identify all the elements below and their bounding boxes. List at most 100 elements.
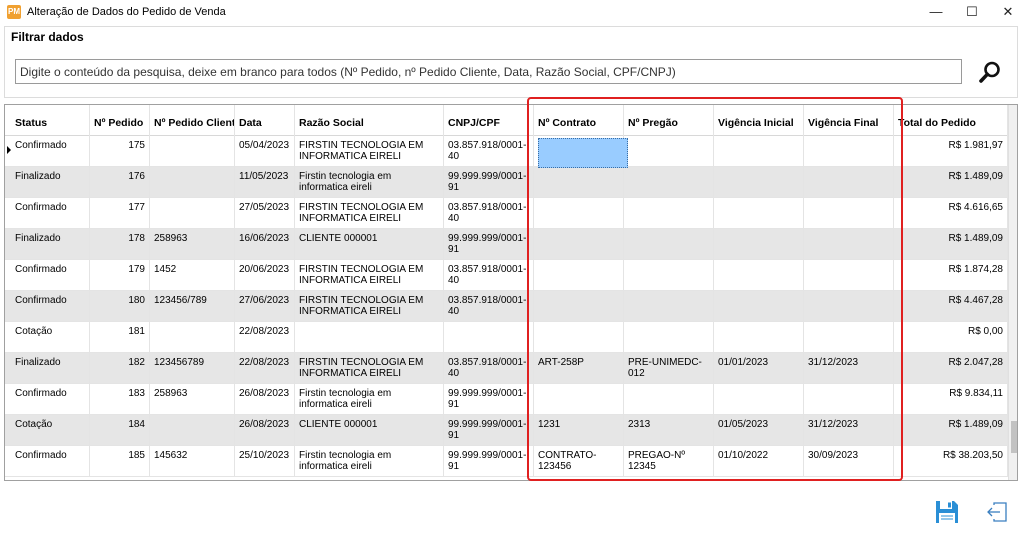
cell-razao-social[interactable] — [295, 322, 444, 352]
cell-total[interactable]: R$ 1.981,97 — [894, 136, 1008, 166]
cell-status[interactable]: Confirmado — [11, 446, 90, 476]
cell-vigencia-final[interactable] — [804, 384, 894, 414]
cell-razao-social[interactable]: FIRSTIN TECNOLOGIA EM INFORMATICA EIRELI — [295, 136, 444, 166]
cell-cnpj[interactable]: 03.857.918/0001-40 — [444, 198, 534, 228]
cell-pedido-cliente[interactable]: 258963 — [150, 384, 235, 414]
cell-vigencia-inicial[interactable]: 01/10/2022 — [714, 446, 804, 476]
cell-contrato[interactable] — [534, 322, 624, 352]
cell-pedido-cliente[interactable]: 1452 — [150, 260, 235, 290]
cell-pedido[interactable]: 183 — [90, 384, 150, 414]
cell-pedido[interactable]: 179 — [90, 260, 150, 290]
cell-data[interactable]: 16/06/2023 — [235, 229, 295, 259]
cell-razao-social[interactable]: FIRSTIN TECNOLOGIA EM INFORMATICA EIRELI — [295, 198, 444, 228]
table-row[interactable]: Confirmado 177 27/05/2023 FIRSTIN TECNOL… — [5, 198, 1008, 229]
cell-cnpj[interactable]: 03.857.918/0001-40 — [444, 260, 534, 290]
cell-pregao[interactable] — [624, 291, 714, 321]
cell-pedido-cliente[interactable]: 258963 — [150, 229, 235, 259]
cell-vigencia-inicial[interactable] — [714, 229, 804, 259]
cell-contrato[interactable] — [534, 198, 624, 228]
cell-total[interactable]: R$ 1.489,09 — [894, 167, 1008, 197]
column-header-total[interactable]: Total do Pedido — [894, 105, 1008, 136]
cell-cnpj[interactable]: 99.999.999/0001-91 — [444, 167, 534, 197]
column-header-razao-social[interactable]: Razão Social — [295, 105, 444, 136]
cell-pregao[interactable]: PRE-UNIMEDC-012 — [624, 353, 714, 383]
cell-status[interactable]: Confirmado — [11, 291, 90, 321]
cell-total[interactable]: R$ 2.047,28 — [894, 353, 1008, 383]
cell-pedido[interactable]: 178 — [90, 229, 150, 259]
search-button[interactable] — [978, 60, 1002, 84]
cell-pregao[interactable] — [624, 260, 714, 290]
cell-status[interactable]: Finalizado — [11, 353, 90, 383]
cell-pregao[interactable] — [624, 384, 714, 414]
column-header-data[interactable]: Data — [235, 105, 295, 136]
cell-contrato[interactable] — [534, 291, 624, 321]
cell-data[interactable]: 26/08/2023 — [235, 384, 295, 414]
cell-contrato[interactable]: 1231 — [534, 415, 624, 445]
cell-pedido[interactable]: 180 — [90, 291, 150, 321]
cell-vigencia-inicial[interactable] — [714, 384, 804, 414]
cell-pregao[interactable] — [624, 229, 714, 259]
cell-vigencia-final[interactable] — [804, 260, 894, 290]
column-header-contrato[interactable]: Nº Contrato — [534, 105, 624, 136]
cell-cnpj[interactable]: 03.857.918/0001-40 — [444, 353, 534, 383]
cell-total[interactable]: R$ 1.874,28 — [894, 260, 1008, 290]
cell-vigencia-final[interactable] — [804, 229, 894, 259]
table-row[interactable]: Confirmado 180 123456/789 27/06/2023 FIR… — [5, 291, 1008, 322]
cell-status[interactable]: Confirmado — [11, 136, 90, 166]
cell-vigencia-inicial[interactable]: 01/01/2023 — [714, 353, 804, 383]
column-header-vigencia-final[interactable]: Vigência Final — [804, 105, 894, 136]
cell-pedido-cliente[interactable]: 145632 — [150, 446, 235, 476]
cell-contrato[interactable]: ART-258P — [534, 353, 624, 383]
table-row[interactable]: Finalizado 176 11/05/2023 Firstin tecnol… — [5, 167, 1008, 198]
cell-total[interactable]: R$ 4.616,65 — [894, 198, 1008, 228]
cell-vigencia-inicial[interactable] — [714, 136, 804, 166]
table-row[interactable]: Cotação 181 22/08/2023 R$ 0,00 — [5, 322, 1008, 353]
cell-vigencia-final[interactable] — [804, 136, 894, 166]
cell-status[interactable]: Finalizado — [11, 229, 90, 259]
orders-grid[interactable]: Status Nº Pedido Nº Pedido Cliente Data … — [4, 104, 1018, 481]
cell-pregao[interactable]: PREGAO-Nº 12345 — [624, 446, 714, 476]
cell-total[interactable]: R$ 38.203,50 — [894, 446, 1008, 476]
vertical-scrollbar[interactable] — [1008, 105, 1017, 480]
cell-cnpj[interactable] — [444, 322, 534, 352]
table-row[interactable]: Confirmado 185 145632 25/10/2023 Firstin… — [5, 446, 1008, 477]
cell-cnpj[interactable]: 99.999.999/0001-91 — [444, 446, 534, 476]
cell-pedido[interactable]: 184 — [90, 415, 150, 445]
search-input[interactable] — [15, 59, 962, 84]
cell-total[interactable]: R$ 0,00 — [894, 322, 1008, 352]
minimize-button[interactable]: — — [918, 0, 954, 24]
cell-pedido-cliente[interactable] — [150, 167, 235, 197]
cell-data[interactable]: 05/04/2023 — [235, 136, 295, 166]
cell-pedido-cliente[interactable] — [150, 415, 235, 445]
cell-pedido-cliente[interactable] — [150, 198, 235, 228]
cell-data[interactable]: 11/05/2023 — [235, 167, 295, 197]
cell-data[interactable]: 26/08/2023 — [235, 415, 295, 445]
cell-status[interactable]: Finalizado — [11, 167, 90, 197]
cell-status[interactable]: Confirmado — [11, 260, 90, 290]
cell-pregao[interactable] — [624, 322, 714, 352]
cell-pregao[interactable] — [624, 136, 714, 166]
cell-vigencia-inicial[interactable] — [714, 322, 804, 352]
column-header-status[interactable]: Status — [11, 105, 90, 136]
cell-contrato[interactable]: CONTRATO-123456 — [534, 446, 624, 476]
cell-pregao[interactable] — [624, 167, 714, 197]
cell-contrato[interactable] — [534, 229, 624, 259]
close-button[interactable]: ✕ — [990, 0, 1024, 24]
exit-button[interactable] — [986, 501, 1008, 523]
cell-vigencia-inicial[interactable] — [714, 167, 804, 197]
cell-razao-social[interactable]: CLIENTE 000001 — [295, 229, 444, 259]
cell-data[interactable]: 27/05/2023 — [235, 198, 295, 228]
column-header-pregao[interactable]: Nº Pregão — [624, 105, 714, 136]
cell-cnpj[interactable]: 99.999.999/0001-91 — [444, 229, 534, 259]
cell-vigencia-inicial[interactable] — [714, 260, 804, 290]
cell-razao-social[interactable]: FIRSTIN TECNOLOGIA EM INFORMATICA EIRELI — [295, 353, 444, 383]
cell-total[interactable]: R$ 1.489,09 — [894, 415, 1008, 445]
table-row[interactable]: Finalizado 178 258963 16/06/2023 CLIENTE… — [5, 229, 1008, 260]
cell-razao-social[interactable]: FIRSTIN TECNOLOGIA EM INFORMATICA EIRELI — [295, 260, 444, 290]
cell-vigencia-inicial[interactable] — [714, 198, 804, 228]
cell-data[interactable]: 25/10/2023 — [235, 446, 295, 476]
cell-pregao[interactable] — [624, 198, 714, 228]
cell-contrato[interactable] — [534, 167, 624, 197]
cell-data[interactable]: 20/06/2023 — [235, 260, 295, 290]
cell-vigencia-final[interactable] — [804, 167, 894, 197]
